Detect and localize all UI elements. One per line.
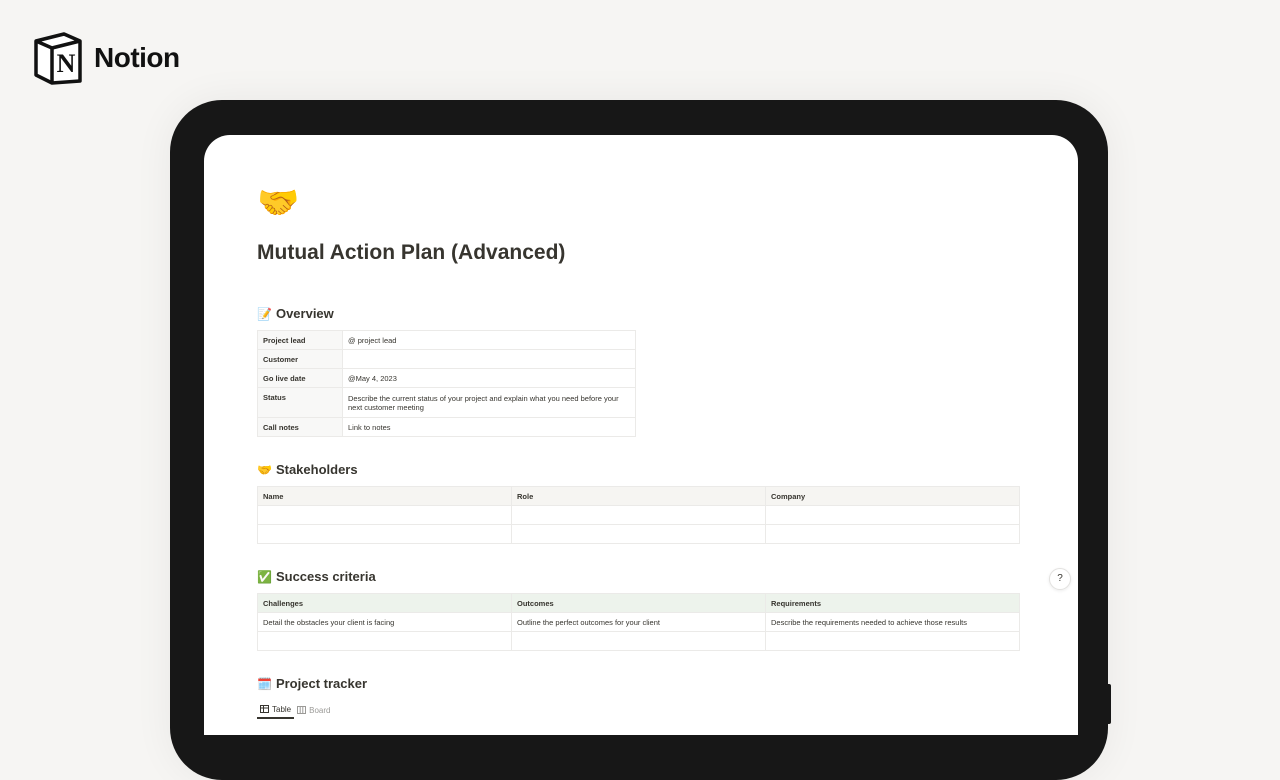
column-header[interactable]: Outcomes [511, 593, 766, 613]
go-live-date-value[interactable]: @May 4, 2023 [342, 368, 636, 388]
stakeholders-table: Name Role Company [257, 486, 1020, 544]
success-criteria-heading-text: Success criteria [275, 569, 376, 584]
table-row: Call notes Link to notes [257, 417, 636, 437]
check-mark-icon: ✅ [257, 569, 272, 584]
column-header[interactable]: Company [765, 486, 1020, 506]
page-title[interactable]: Mutual Action Plan (Advanced) [257, 241, 565, 265]
success-criteria-heading[interactable]: ✅ Success criteria [257, 569, 376, 584]
property-label: Go live date [257, 368, 343, 388]
column-header[interactable]: Challenges [257, 593, 512, 613]
call-notes-value[interactable]: Link to notes [342, 417, 636, 437]
page-icon[interactable]: 🤝 [257, 183, 299, 223]
board-icon [297, 706, 307, 714]
notion-brand: N Notion [32, 31, 180, 85]
table-row: Detail the obstacles your client is faci… [257, 612, 1020, 632]
property-label: Project lead [257, 330, 343, 350]
column-header[interactable]: Requirements [765, 593, 1020, 613]
project-tracker-heading[interactable]: 🗓️ Project tracker [257, 676, 367, 691]
table-cell[interactable] [511, 524, 766, 544]
property-label: Status [257, 387, 343, 418]
overview-heading[interactable]: 📝 Overview [257, 306, 334, 321]
help-button[interactable]: ? [1049, 568, 1071, 590]
customer-value[interactable] [342, 349, 636, 369]
calendar-icon: 🗓️ [257, 676, 272, 691]
table-row: Go live date @May 4, 2023 [257, 368, 636, 388]
property-label: Call notes [257, 417, 343, 437]
column-header[interactable]: Role [511, 486, 766, 506]
table-cell[interactable] [765, 524, 1020, 544]
tablet-side-button [1108, 684, 1111, 724]
project-tracker-heading-text: Project tracker [275, 676, 368, 691]
table-row: Status Describe the current status of yo… [257, 387, 636, 418]
table-row: Customer [257, 349, 636, 369]
table-row [257, 505, 1020, 525]
table-header-row: Name Role Company [257, 486, 1020, 506]
table-cell[interactable] [765, 505, 1020, 525]
tab-table-label: Table [272, 704, 292, 714]
handshake-icon: 🤝 [257, 462, 272, 477]
tab-board-label: Board [309, 705, 331, 715]
table-cell[interactable] [257, 505, 512, 525]
table-cell[interactable] [511, 505, 766, 525]
status-value[interactable]: Describe the current status of your proj… [342, 387, 636, 418]
overview-heading-text: Overview [275, 306, 334, 321]
success-criteria-table: Challenges Outcomes Requirements Detail … [257, 593, 1020, 651]
svg-text:N: N [57, 49, 76, 78]
project-lead-value[interactable]: @ project lead [342, 330, 636, 350]
notion-logo-icon: N [34, 32, 82, 85]
table-cell[interactable] [257, 524, 512, 544]
table-cell[interactable]: Outline the perfect outcomes for your cl… [511, 612, 766, 632]
table-icon [260, 705, 269, 713]
table-row: Project lead @ project lead [257, 330, 636, 350]
table-cell[interactable]: Detail the obstacles your client is faci… [257, 612, 512, 632]
table-cell[interactable] [257, 631, 512, 651]
stakeholders-heading[interactable]: 🤝 Stakeholders [257, 462, 358, 477]
overview-table: Project lead @ project lead Customer Go … [257, 330, 636, 437]
view-tabs: Table Board [257, 701, 333, 719]
table-cell[interactable] [511, 631, 766, 651]
notion-page-screen[interactable]: 🤝 Mutual Action Plan (Advanced) 📝 Overvi… [204, 135, 1078, 735]
tab-board[interactable]: Board [294, 702, 333, 718]
table-cell[interactable] [765, 631, 1020, 651]
table-cell[interactable]: Describe the requirements needed to achi… [765, 612, 1020, 632]
table-header-row: Challenges Outcomes Requirements [257, 593, 1020, 613]
stakeholders-heading-text: Stakeholders [275, 462, 358, 477]
brand-name: Notion [94, 42, 180, 73]
table-row [257, 631, 1020, 651]
property-label: Customer [257, 349, 343, 369]
memo-icon: 📝 [257, 306, 272, 321]
column-header[interactable]: Name [257, 486, 512, 506]
table-row [257, 524, 1020, 544]
tab-table[interactable]: Table [257, 701, 295, 719]
